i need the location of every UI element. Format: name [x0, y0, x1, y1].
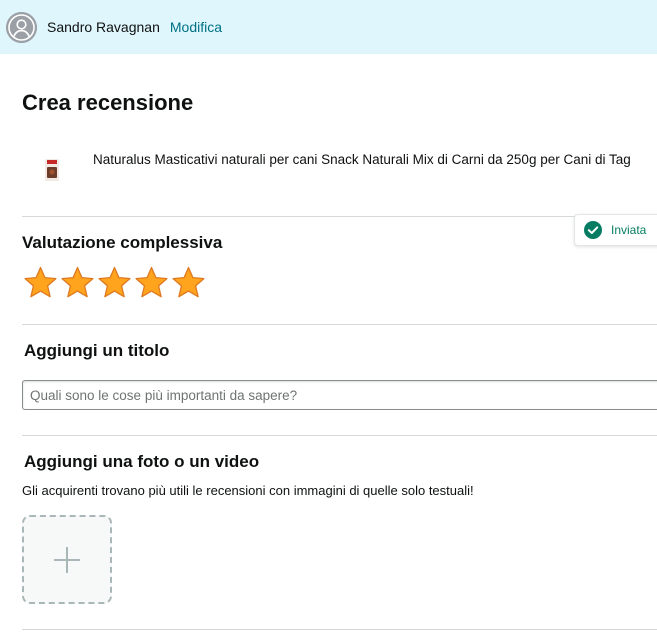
review-title-input[interactable] [22, 380, 657, 410]
divider [22, 216, 657, 217]
plus-icon [54, 546, 80, 573]
check-circle-icon [584, 221, 602, 239]
star-icon[interactable] [22, 265, 59, 301]
divider [22, 435, 657, 436]
status-label: Inviata [611, 223, 647, 237]
edit-profile-link[interactable]: Modifica [170, 19, 222, 35]
product-summary: Naturalus Masticativi naturali per cani … [22, 148, 657, 188]
media-helper-text: Gli acquirenti trovano più utili le rece… [22, 483, 474, 498]
title-heading: Aggiungi un titolo [24, 341, 170, 360]
star-icon[interactable] [170, 265, 207, 301]
status-badge: Inviata [574, 214, 657, 246]
top-bar: Sandro Ravagnan Modifica [0, 0, 657, 54]
star-icon[interactable] [59, 265, 96, 301]
add-media-button[interactable] [22, 515, 112, 604]
avatar[interactable] [6, 11, 37, 43]
divider [22, 629, 657, 630]
user-name: Sandro Ravagnan [47, 19, 160, 35]
user-icon [6, 11, 37, 43]
media-heading: Aggiungi una foto o un video [24, 452, 260, 471]
page-title: Crea recensione [22, 90, 194, 115]
product-title: Naturalus Masticativi naturali per cani … [93, 152, 631, 167]
divider [22, 324, 657, 325]
product-thumbnail [45, 159, 59, 181]
rating-heading: Valutazione complessiva [22, 233, 223, 252]
star-icon[interactable] [96, 265, 133, 301]
star-rating [22, 265, 207, 301]
star-icon[interactable] [133, 265, 170, 301]
